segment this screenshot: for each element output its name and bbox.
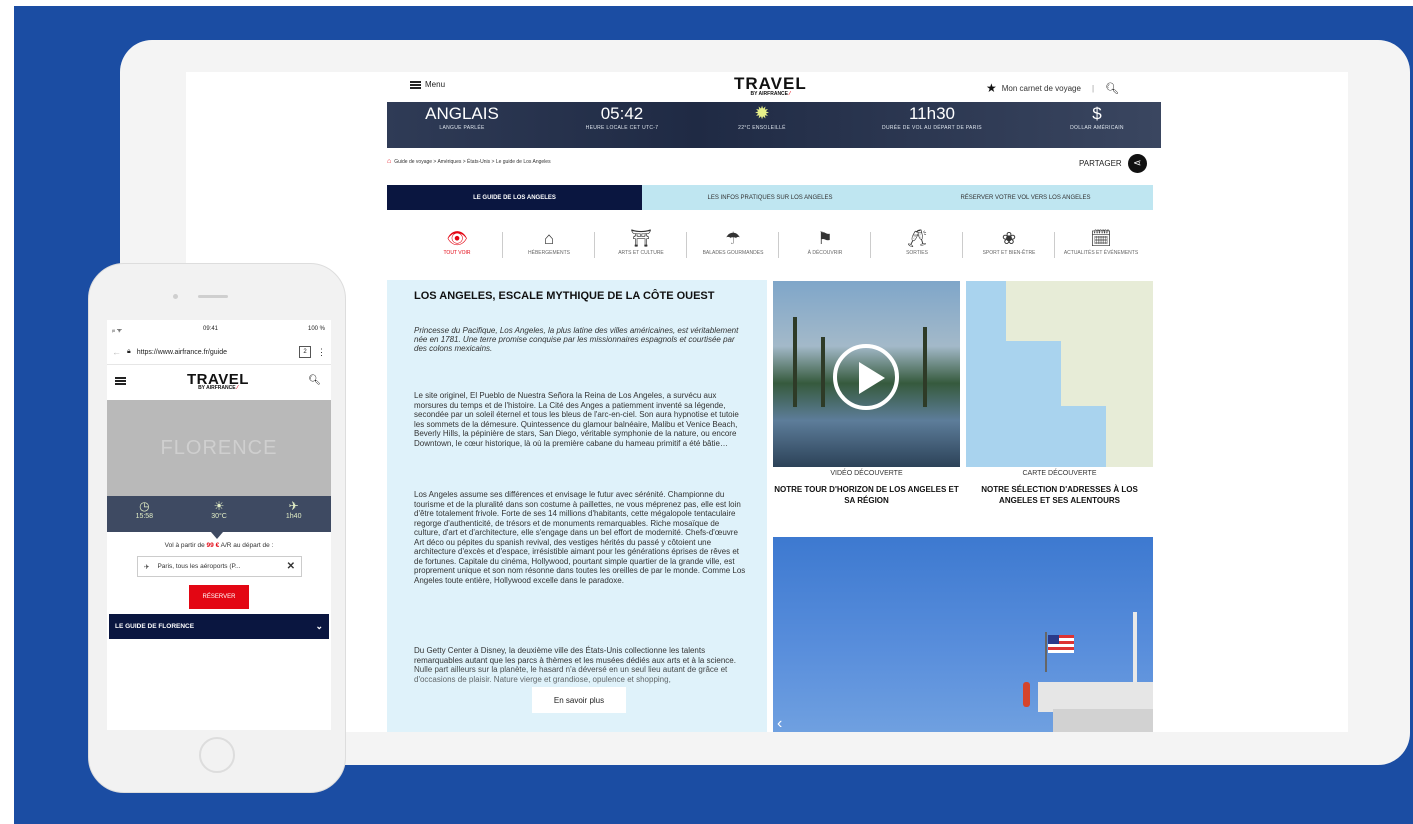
phone-url-bar[interactable]: ← 🔒︎ https://www.airfrance.fr/guide 2 ⋮ bbox=[112, 344, 326, 360]
phone-info-weather: ☀︎ 30°C bbox=[182, 496, 257, 532]
share-button[interactable]: PARTAGER ⋖ bbox=[1079, 154, 1147, 173]
search-icon[interactable]: 🔍︎ bbox=[1105, 82, 1119, 95]
article-lead: Princesse du Pacifique, Los Angeles, la … bbox=[414, 326, 739, 353]
carnet-link[interactable]: ★ Mon carnet de voyage | 🔍︎ bbox=[986, 81, 1119, 95]
category-all[interactable]: 👁︎ TOUT VOIR bbox=[411, 228, 503, 274]
banner-language: ANGLAIS LANGUE PARLÉE bbox=[425, 104, 499, 131]
phone-device: ᵢₗₗ ᯤ 09:41 100 % ← 🔒︎ https://www.airfr… bbox=[88, 263, 346, 793]
lotus-icon: ❀ bbox=[1001, 229, 1017, 248]
banner-currency: $ DOLLAR AMÉRICAIN bbox=[1070, 104, 1124, 131]
page-side-strip bbox=[0, 0, 14, 824]
us-flag bbox=[1048, 635, 1074, 653]
phone-guide-dropdown[interactable]: LE GUIDE DE FLORENCE ⌄ bbox=[109, 614, 329, 639]
category-lodging[interactable]: ⌂ HÉBERGEMENTS bbox=[503, 228, 595, 274]
tabs-icon[interactable]: 2 bbox=[299, 346, 311, 358]
plane-takeoff-icon: ✈︎ bbox=[144, 563, 150, 571]
bed-icon: ⌂ bbox=[543, 229, 555, 248]
category-discover[interactable]: ⚑ À DÉCOUVRIR bbox=[779, 228, 871, 274]
phone-info-flight: ✈︎ 1h40 bbox=[256, 496, 331, 532]
phone-city-hero: FLORENCE bbox=[107, 400, 331, 496]
map-card-title[interactable]: NOTRE SÉLECTION D'ADRESSES À LOS ANGELES… bbox=[966, 484, 1153, 506]
phone-travel-logo[interactable]: TRAVEL BY AIRFRANCE ⁄ bbox=[187, 371, 249, 391]
chevron-down-icon: ⌄ bbox=[315, 621, 323, 631]
lifeguard-photo[interactable]: ‹ bbox=[773, 537, 1153, 732]
guide-tabs: LE GUIDE DE LOS ANGELES LES INFOS PRATIQ… bbox=[387, 185, 1153, 210]
travel-logo[interactable]: TRAVEL BY AIRFRANCE ⁄ bbox=[734, 74, 807, 97]
map-thumbnail[interactable] bbox=[966, 281, 1153, 467]
category-outings[interactable]: 🥂︎ SORTIES bbox=[871, 228, 963, 274]
book-button[interactable]: RÉSERVER bbox=[189, 585, 249, 609]
sun-icon: ✹ bbox=[754, 103, 770, 123]
carnet-label: Mon carnet de voyage bbox=[1001, 83, 1081, 93]
article-title: LOS ANGELES, ESCALE MYTHIQUE DE LA CÔTE … bbox=[414, 290, 715, 302]
header-divider: | bbox=[1091, 83, 1095, 93]
star-icon: ★ bbox=[986, 81, 997, 95]
lock-icon: 🔒︎ bbox=[127, 348, 131, 355]
category-bar: 👁︎ TOUT VOIR ⌂ HÉBERGEMENTS ⛩︎ ARTS ET C… bbox=[411, 228, 1151, 274]
read-more-button[interactable]: En savoir plus bbox=[532, 687, 626, 713]
tab-guide[interactable]: LE GUIDE DE LOS ANGELES bbox=[387, 185, 642, 210]
article-paragraph-2: Los Angeles assume ses différences et en… bbox=[414, 490, 746, 585]
glasses-icon: 🥂︎ bbox=[906, 229, 928, 248]
banner-local-time: 05:42 HEURE LOCALE CET UTC-7 bbox=[585, 104, 659, 131]
more-icon[interactable]: ⋮ bbox=[317, 347, 326, 358]
airport-value[interactable]: Paris, tous les aéroports (P... bbox=[157, 563, 240, 570]
flag-icon: ⚑ bbox=[817, 229, 833, 248]
home-button[interactable] bbox=[199, 737, 235, 773]
menu-button[interactable]: Menu bbox=[410, 80, 445, 89]
play-icon[interactable] bbox=[833, 344, 899, 410]
article: LOS ANGELES, ESCALE MYTHIQUE DE LA CÔTE … bbox=[387, 280, 767, 732]
category-arts[interactable]: ⛩︎ ARTS ET CULTURE bbox=[595, 228, 687, 274]
phone-price-text: Vol à partir de 99 € A/R au départ de : bbox=[164, 542, 274, 549]
map-card-caption[interactable]: CARTE DÉCOUVERTE NOTRE SÉLECTION D'ADRES… bbox=[966, 470, 1153, 506]
carousel-prev-icon[interactable]: ‹ bbox=[777, 715, 782, 732]
banner-weather: ✹ 22°C ENSOLEILLÉ bbox=[717, 102, 807, 131]
share-icon: ⋖ bbox=[1127, 154, 1147, 173]
category-sport[interactable]: ❀ SPORT ET BIEN-ÊTRE bbox=[963, 228, 1055, 274]
hamburger-icon bbox=[410, 80, 421, 89]
map-card-kicker: CARTE DÉCOUVERTE bbox=[1022, 470, 1097, 477]
category-news[interactable]: 🗓︎ ACTUALITÉS ET ÉVÉNEMENTS bbox=[1055, 228, 1147, 274]
breadcrumb[interactable]: ⌂ Guide de voyage > Amériques > États-Un… bbox=[387, 158, 551, 165]
clear-icon[interactable]: ✕ bbox=[287, 561, 295, 572]
phone-info-time: ◷ 15:58 bbox=[107, 496, 182, 532]
header: Menu TRAVEL BY AIRFRANCE ⁄ ★ Mon carnet … bbox=[186, 72, 1348, 102]
back-icon[interactable]: ← bbox=[112, 347, 121, 357]
url-text[interactable]: https://www.airfrance.fr/guide bbox=[137, 349, 227, 356]
tab-infos[interactable]: LES INFOS PRATIQUES SUR LOS ANGELES bbox=[642, 185, 898, 210]
menu-label: Menu bbox=[425, 80, 446, 89]
calendar-icon: 🗓︎ bbox=[1090, 229, 1112, 248]
video-card-title[interactable]: NOTRE TOUR D'HORIZON DE LOS ANGELES ET S… bbox=[773, 484, 960, 506]
breadcrumb-text[interactable]: Guide de voyage > Amériques > États-Unis… bbox=[394, 159, 550, 165]
category-food[interactable]: ☂︎ BALADES GOURMANDES bbox=[687, 228, 779, 274]
video-thumbnail[interactable] bbox=[773, 281, 960, 467]
tab-reserve[interactable]: RÉSERVER VOTRE VOL VERS LOS ANGELES bbox=[898, 185, 1153, 210]
tablet-screen: Menu TRAVEL BY AIRFRANCE ⁄ ★ Mon carnet … bbox=[186, 72, 1348, 732]
destination-banner: ANGLAIS LANGUE PARLÉE 05:42 HEURE LOCALE C… bbox=[387, 102, 1161, 148]
article-paragraph-1: Le site originel, El Pueblo de Nuestra S… bbox=[414, 391, 739, 448]
phone-screen: ᵢₗₗ ᯤ 09:41 100 % ← 🔒︎ https://www.airfr… bbox=[107, 320, 331, 730]
phone-info-bar: ◷ 15:58 ☀︎ 30°C ✈︎ 1h40 bbox=[107, 496, 331, 539]
food-icon: ☂︎ bbox=[725, 229, 741, 248]
phone-header: TRAVEL BY AIRFRANCE ⁄ 🔍︎ bbox=[107, 364, 331, 400]
phone-search-icon[interactable]: 🔍︎ bbox=[308, 375, 321, 386]
monument-icon: ⛩︎ bbox=[630, 229, 652, 248]
banner-flight-duration: 11h30 DURÉE DE VOL AU DÉPART DE PARIS bbox=[882, 104, 982, 131]
video-card-kicker: VIDÉO DÉCOUVERTE bbox=[830, 470, 903, 477]
sun-cloud-icon: ☀︎ bbox=[213, 499, 225, 513]
video-card-caption[interactable]: VIDÉO DÉCOUVERTE NOTRE TOUR D'HORIZON DE… bbox=[773, 470, 960, 506]
phone-hamburger-icon[interactable] bbox=[115, 377, 126, 385]
eye-icon: 👁︎ bbox=[446, 229, 468, 248]
clock-icon: ◷ bbox=[139, 499, 150, 513]
home-icon[interactable]: ⌂ bbox=[387, 158, 391, 165]
airport-field[interactable]: ✈︎ Paris, tous les aéroports (P... ✕ bbox=[137, 556, 302, 577]
plane-icon: ✈︎ bbox=[288, 499, 299, 513]
share-label: PARTAGER bbox=[1079, 159, 1122, 168]
page-top-strip bbox=[0, 0, 1413, 6]
